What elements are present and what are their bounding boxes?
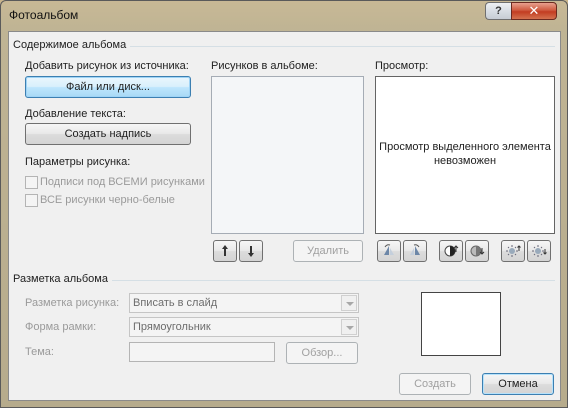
move-down-button[interactable] xyxy=(239,240,263,262)
window-title: Фотоальбом xyxy=(9,8,79,22)
preview-message: Просмотр выделенного элемента невозможен xyxy=(379,141,551,167)
pictures-list[interactable] xyxy=(211,76,364,234)
create-caption-button[interactable]: Создать надпись xyxy=(25,123,191,145)
black-white-checkbox[interactable] xyxy=(25,194,38,207)
brightness-increase-icon xyxy=(506,245,521,257)
captions-checkbox-label: Подписи под ВСЕМИ рисунками xyxy=(40,176,205,188)
contrast-increase-button[interactable] xyxy=(439,240,463,262)
preview-area: Просмотр выделенного элемента невозможен xyxy=(375,76,555,234)
cancel-button[interactable]: Отмена xyxy=(482,373,554,395)
contrast-increase-icon xyxy=(444,245,459,257)
browse-button[interactable]: Обзор... xyxy=(286,342,358,364)
layout-preview xyxy=(421,292,501,356)
close-button[interactable]: ✕ xyxy=(511,2,557,20)
brightness-decrease-button[interactable] xyxy=(527,240,551,262)
picture-layout-select[interactable]: Вписать в слайд xyxy=(129,293,359,313)
pictures-in-album-label: Рисунков в альбоме: xyxy=(211,60,318,72)
picture-options-label: Параметры рисунка: xyxy=(25,156,131,168)
brightness-decrease-icon xyxy=(532,245,547,257)
content-group-title: Содержимое альбома xyxy=(13,39,131,51)
picture-layout-label: Разметка рисунка: xyxy=(25,297,120,309)
title-bar[interactable]: Фотоальбом ? ✕ xyxy=(1,1,568,31)
contrast-decrease-icon xyxy=(470,245,485,257)
brightness-increase-button[interactable] xyxy=(501,240,525,262)
move-down-icon xyxy=(248,246,254,257)
delete-button[interactable]: Удалить xyxy=(293,240,363,262)
rotate-left-button[interactable] xyxy=(377,240,401,262)
frame-shape-select[interactable]: Прямоугольник xyxy=(129,317,359,337)
add-picture-label: Добавить рисунок из источника: xyxy=(25,60,189,72)
move-up-button[interactable] xyxy=(213,240,237,262)
frame-shape-label: Форма рамки: xyxy=(25,321,97,333)
add-text-label: Добавление текста: xyxy=(25,108,126,120)
rotate-right-icon xyxy=(410,244,420,255)
theme-input[interactable] xyxy=(129,342,275,362)
move-up-icon xyxy=(222,245,228,256)
preview-label: Просмотр: xyxy=(375,60,429,72)
create-button[interactable]: Создать xyxy=(399,373,471,395)
chevron-down-icon[interactable] xyxy=(341,295,357,311)
theme-label: Тема: xyxy=(25,346,54,358)
chevron-down-icon[interactable] xyxy=(341,319,357,335)
file-or-disk-button[interactable]: Файл или диск... xyxy=(25,76,191,98)
picture-layout-value: Вписать в слайд xyxy=(133,297,218,309)
black-white-checkbox-label: ВСЕ рисунки черно-белые xyxy=(40,194,175,206)
layout-group-title: Разметка альбома xyxy=(13,273,112,285)
dialog-client-area: Содержимое альбома Добавить рисунок из и… xyxy=(8,31,561,401)
frame-shape-value: Прямоугольник xyxy=(133,321,211,333)
contrast-decrease-button[interactable] xyxy=(465,240,489,262)
captions-checkbox[interactable] xyxy=(25,176,38,189)
rotate-right-button[interactable] xyxy=(403,240,427,262)
help-button[interactable]: ? xyxy=(485,2,511,20)
rotate-left-icon xyxy=(384,244,394,255)
dialog-window: Фотоальбом ? ✕ Содержимое альбома Добави… xyxy=(0,0,568,408)
